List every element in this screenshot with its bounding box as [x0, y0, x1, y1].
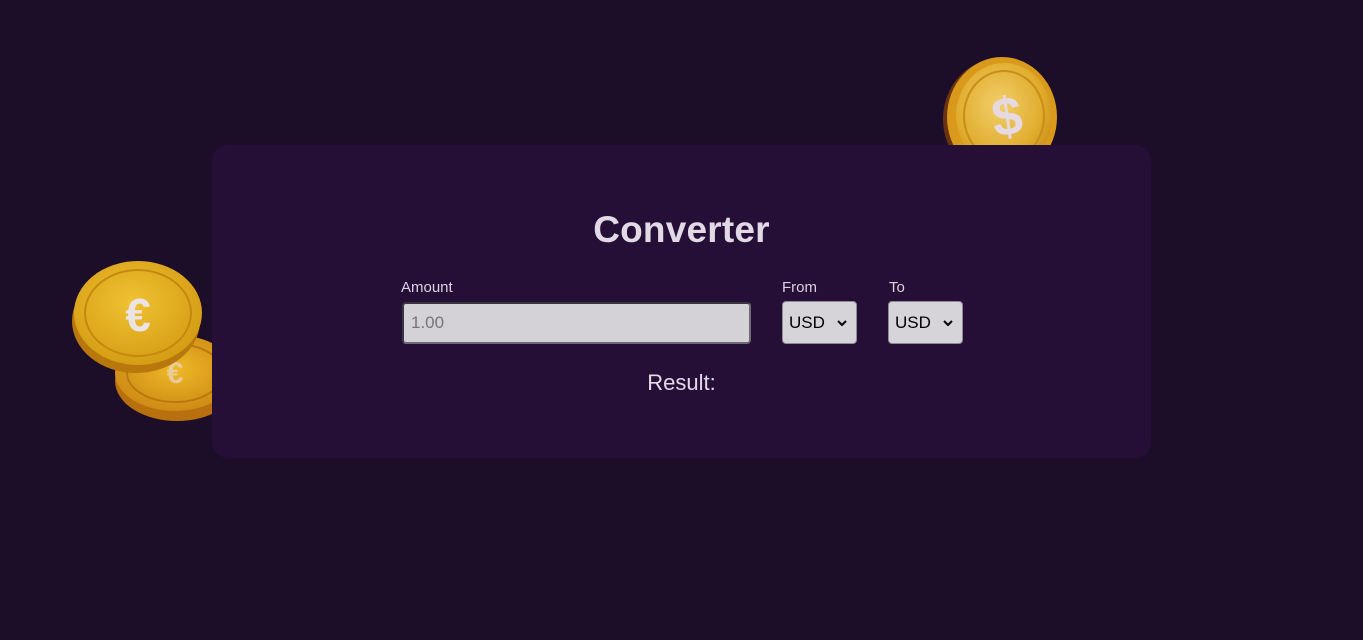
amount-input[interactable]	[402, 302, 751, 344]
chevron-down-icon	[943, 320, 953, 327]
result-label: Result:	[647, 370, 716, 395]
chevron-down-icon	[837, 320, 847, 327]
to-selected-value: USD	[895, 312, 931, 332]
amount-label: Amount	[401, 279, 453, 296]
page-title: Converter	[593, 209, 770, 250]
from-currency-select[interactable]: USD	[782, 301, 857, 344]
converter-card: Converter Amount From USD To USD Result:	[212, 145, 1151, 458]
euro-symbol: €	[125, 289, 151, 341]
from-label: From	[782, 279, 817, 296]
to-label: To	[889, 279, 905, 296]
page: $ € € Converter Amount From USD	[0, 0, 1363, 640]
to-currency-select[interactable]: USD	[888, 301, 963, 344]
from-selected-value: USD	[789, 312, 825, 332]
